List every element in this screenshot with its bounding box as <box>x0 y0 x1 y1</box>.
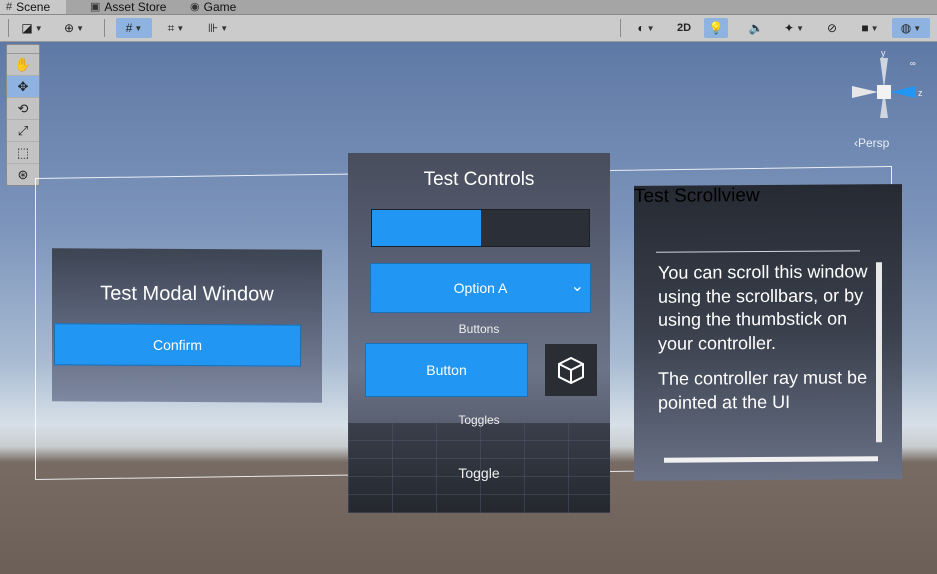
scale-tool-button[interactable]: ⤢ <box>7 120 39 142</box>
hand-tool-button[interactable]: ✋ <box>7 54 39 76</box>
horizontal-scrollbar[interactable] <box>664 456 878 463</box>
rotate-tool-button[interactable]: ⟲ <box>7 98 39 120</box>
tab-asset-store[interactable]: ▣ Asset Store <box>84 0 176 14</box>
controls-title: Test Controls <box>423 169 535 190</box>
rotate-icon: ⟲ <box>17 100 29 116</box>
projection-text: Persp <box>858 136 890 150</box>
toggle-control[interactable]: Toggle <box>348 465 610 481</box>
eye-slash-icon: ⊘ <box>826 21 838 35</box>
gizmos-icon: ◍ <box>900 21 912 35</box>
tab-scene-label: Scene <box>16 0 51 14</box>
effects-icon: ✦ <box>784 21 795 35</box>
toolbar-separator <box>104 19 105 37</box>
gamepad-icon: ◉ <box>190 0 200 13</box>
confirm-button[interactable]: Confirm <box>54 323 301 367</box>
buttons-section-label: Buttons <box>458 322 500 336</box>
snap-increment-icon: ⌗ <box>167 20 175 35</box>
camera-icon: ■ <box>861 21 869 35</box>
projection-label[interactable]: ‹Persp <box>854 136 889 150</box>
chevron-down-icon: ▼ <box>76 23 84 33</box>
scrollview-title: Test Scrollview <box>634 185 760 207</box>
rect-tool-button[interactable]: ⬚ <box>7 142 39 164</box>
lightbulb-icon: 💡 <box>708 21 724 35</box>
gizmo-center-cube <box>877 85 891 99</box>
ruler-dropdown[interactable]: ⊪ ▼ <box>200 18 236 38</box>
scrollview-content[interactable]: You can scroll this window using the scr… <box>658 260 878 442</box>
gizmo-y-label: y <box>881 48 886 58</box>
test-controls-panel: Test Controls Option A ⌄ Buttons Button … <box>348 153 610 513</box>
chevron-down-icon: ⌄ <box>570 278 584 295</box>
scene-toolbar: ◪ ▼ ⊕ ▼ # ▼ ⌗ ▼ ⊪ ▼ ◐ ▼ 2D 💡 🔈 ✦ ▼ ⊘ ■ ▼ ◍ ▼ <box>0 15 937 42</box>
tab-asset-store-label: Asset Store <box>104 0 167 14</box>
tab-game[interactable]: ◉ Game <box>184 0 254 14</box>
globe-icon: ⊕ <box>64 21 75 35</box>
snap-increment-dropdown[interactable]: ⌗ ▼ <box>158 18 194 38</box>
scrollview-divider <box>656 250 860 253</box>
option-dropdown[interactable]: Option A ⌄ <box>370 263 591 313</box>
chevron-down-icon: ▼ <box>176 23 185 33</box>
mode-2d-toggle[interactable]: 2D <box>670 18 698 38</box>
mode-2d-label: 2D <box>676 22 692 34</box>
hand-icon: ✋ <box>14 56 32 72</box>
palette-grip[interactable] <box>7 45 39 54</box>
chevron-down-icon: ▼ <box>220 23 229 33</box>
store-icon: ▣ <box>90 0 101 13</box>
hidden-objects-toggle[interactable]: ⊘ <box>818 18 846 38</box>
test-modal-window: Test Modal Window Confirm <box>52 248 322 403</box>
progress-bar <box>371 209 590 247</box>
icon-button[interactable] <box>545 344 597 396</box>
gizmo-y-cone <box>880 58 888 88</box>
gizmo-z-label: z <box>918 88 923 98</box>
scale-icon: ⤢ <box>17 122 29 138</box>
scene-view[interactable]: ✋ ✥ ⟲ ⤢ ⬚ ⊛ y z ∞ ‹Persp Test Modal Wind… <box>0 42 937 574</box>
grid-snap-icon: # <box>125 21 133 35</box>
toggles-section-label: Toggles <box>458 413 500 427</box>
rect-icon: ⬚ <box>16 144 30 160</box>
audio-toggle[interactable]: 🔈 <box>742 18 770 38</box>
toolbar-grip <box>8 19 9 37</box>
gizmo-neg-x-cone <box>852 86 878 98</box>
grid-snap-toggle[interactable]: # ▼ <box>116 18 152 38</box>
gizmos-dropdown[interactable]: ◍ ▼ <box>892 18 930 38</box>
tool-palette: ✋ ✥ ⟲ ⤢ ⬚ ⊛ <box>6 44 40 186</box>
tab-scene[interactable]: # Scene <box>0 0 66 14</box>
chevron-down-icon: ▼ <box>796 23 804 33</box>
ruler-icon: ⊪ <box>207 21 219 35</box>
chevron-down-icon: ▼ <box>646 23 655 33</box>
progress-fill <box>372 210 481 246</box>
move-icon: ✥ <box>17 78 29 94</box>
draw-mode-icon: ◪ <box>21 21 33 35</box>
speaker-muted-icon: 🔈 <box>748 21 764 35</box>
global-local-dropdown[interactable]: ⊕ ▼ <box>56 18 92 38</box>
scroll-paragraph-1: You can scroll this window using the scr… <box>658 261 868 354</box>
camera-dropdown[interactable]: ■ ▼ <box>852 18 888 38</box>
shading-mode-dropdown[interactable]: ◐ ▼ <box>628 18 664 38</box>
vertical-scrollbar[interactable] <box>876 262 882 443</box>
chevron-down-icon: ▼ <box>134 23 143 33</box>
test-button[interactable]: Button <box>365 343 528 397</box>
chevron-down-icon: ▼ <box>870 23 879 33</box>
modal-title: Test Modal Window <box>100 282 274 306</box>
chevron-down-icon: ▼ <box>34 23 43 33</box>
test-scrollview-panel: Test Scrollview You can scroll this wind… <box>634 184 902 481</box>
editor-tab-bar: # Scene ▣ Asset Store ◉ Game <box>0 0 937 15</box>
dropdown-value: Option A <box>453 280 508 296</box>
gizmo-z-cone <box>890 86 916 98</box>
tab-game-label: Game <box>203 0 237 14</box>
toolbar-separator <box>620 19 621 37</box>
transform-icon: ⊛ <box>17 166 29 182</box>
hash-icon: # <box>6 0 13 13</box>
gizmo-lock-icon: ∞ <box>910 59 916 68</box>
cube-icon <box>558 356 584 385</box>
shading-sphere-icon: ◐ <box>637 21 645 35</box>
move-tool-button[interactable]: ✥ <box>7 76 39 98</box>
draw-mode-dropdown[interactable]: ◪ ▼ <box>14 18 50 38</box>
effects-dropdown[interactable]: ✦ ▼ <box>776 18 812 38</box>
chevron-down-icon: ▼ <box>913 23 922 33</box>
scroll-paragraph-2: The controller ray must be pointed at th… <box>658 367 868 413</box>
lighting-toggle[interactable]: 💡 <box>704 18 728 38</box>
